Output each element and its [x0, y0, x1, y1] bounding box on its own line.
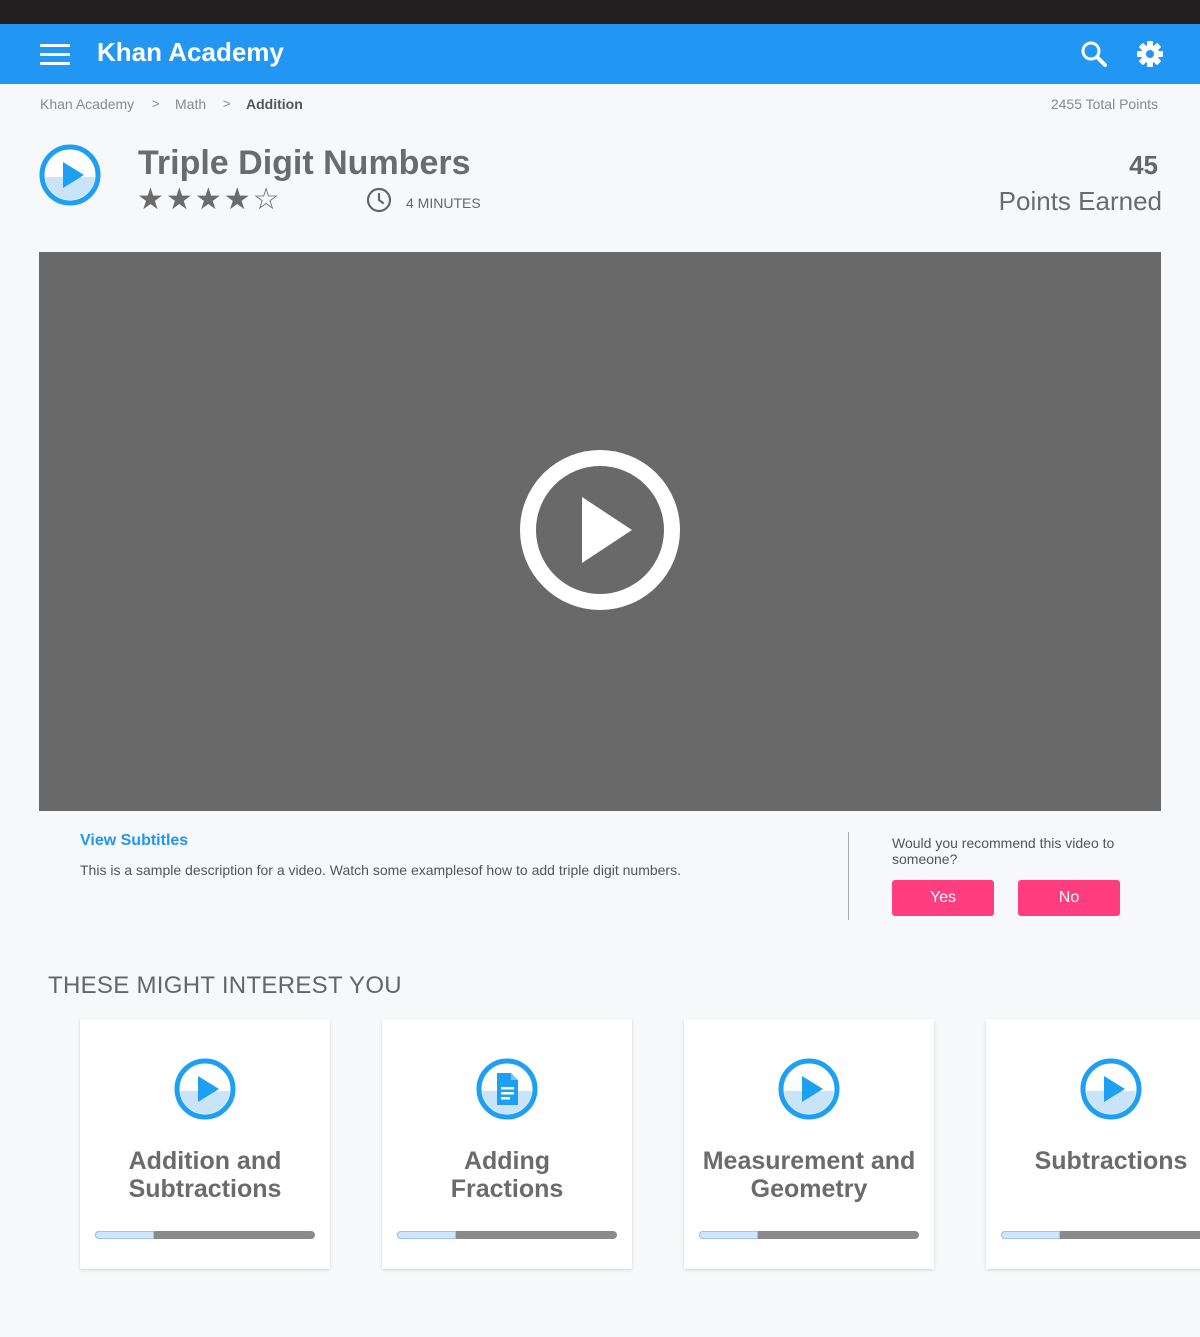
recommend-question: Would you recommend this video to someon… — [892, 835, 1115, 867]
suggestion-card[interactable]: Measurement and Geometry — [684, 1019, 934, 1269]
gear-icon[interactable] — [1134, 38, 1166, 70]
no-button[interactable]: No — [1018, 880, 1120, 916]
suggestion-card[interactable]: Adding Fractions — [382, 1019, 632, 1269]
breadcrumb-item-home[interactable]: Khan Academy — [40, 96, 134, 112]
star-filled-icon: ★ — [194, 183, 222, 216]
breadcrumb-item-current: Addition — [246, 96, 303, 112]
progress-fill — [699, 1231, 759, 1239]
star-filled-icon: ★ — [223, 183, 251, 216]
video-player[interactable] — [39, 252, 1161, 811]
progress-bar — [397, 1231, 617, 1239]
card-title: Addition and Subtractions — [80, 1147, 330, 1203]
card-title: Subtractions — [986, 1147, 1200, 1175]
progress-fill — [397, 1231, 457, 1239]
view-subtitles-link[interactable]: View Subtitles — [80, 832, 188, 850]
breadcrumb-separator: > — [152, 96, 160, 111]
play-circle-icon — [38, 143, 102, 207]
progress-bar — [699, 1231, 919, 1239]
card-title-line: Fractions — [450, 1175, 564, 1203]
search-icon[interactable] — [1078, 38, 1110, 70]
lesson-title: Triple Digit Numbers — [138, 144, 471, 182]
section-heading: THESE MIGHT INTEREST YOU — [48, 972, 402, 999]
points-earned-label: Points Earned — [998, 186, 1162, 216]
breadcrumb-item-math[interactable]: Math — [175, 96, 206, 112]
card-title: Measurement and Geometry — [684, 1147, 934, 1203]
star-filled-icon: ★ — [165, 183, 193, 216]
star-filled-icon: ★ — [137, 183, 164, 216]
progress-fill — [1001, 1231, 1061, 1239]
card-title-line: Subtractions — [128, 1175, 282, 1203]
video-description: This is a sample description for a video… — [80, 862, 681, 878]
breadcrumb-separator: > — [223, 96, 231, 111]
progress-bar — [95, 1231, 315, 1239]
video-icon — [173, 1057, 237, 1121]
card-title-line: Addition and — [128, 1147, 282, 1175]
star-empty-icon: ☆ — [252, 183, 280, 216]
play-circle-icon[interactable] — [519, 449, 681, 611]
card-title-line: Geometry — [750, 1175, 868, 1203]
points-earned-value: 45 — [1129, 150, 1158, 180]
lesson-duration: 4 MINUTES — [406, 195, 481, 211]
app-bar: Khan Academy — [0, 24, 1200, 84]
divider — [848, 832, 849, 920]
video-icon — [1079, 1057, 1143, 1121]
video-icon — [777, 1057, 841, 1121]
clock-icon — [366, 187, 392, 213]
card-title-line: Measurement and — [702, 1147, 916, 1175]
progress-bar — [1001, 1231, 1200, 1239]
app-title: Khan Academy — [97, 37, 284, 67]
suggestion-card[interactable]: Addition and Subtractions — [80, 1019, 330, 1269]
progress-fill — [95, 1231, 155, 1239]
yes-button[interactable]: Yes — [892, 880, 994, 916]
article-icon — [475, 1057, 539, 1121]
total-points: 2455 Total Points — [1050, 96, 1158, 112]
card-title-line: Subtractions — [1034, 1147, 1188, 1175]
card-title: Adding Fractions — [382, 1147, 632, 1203]
suggestion-card[interactable]: Subtractions — [986, 1019, 1200, 1269]
star-rating: ★★★★☆ — [137, 183, 282, 217]
hamburger-menu-icon[interactable] — [38, 44, 72, 66]
status-bar — [0, 0, 1200, 24]
card-title-line: Adding — [463, 1147, 551, 1175]
